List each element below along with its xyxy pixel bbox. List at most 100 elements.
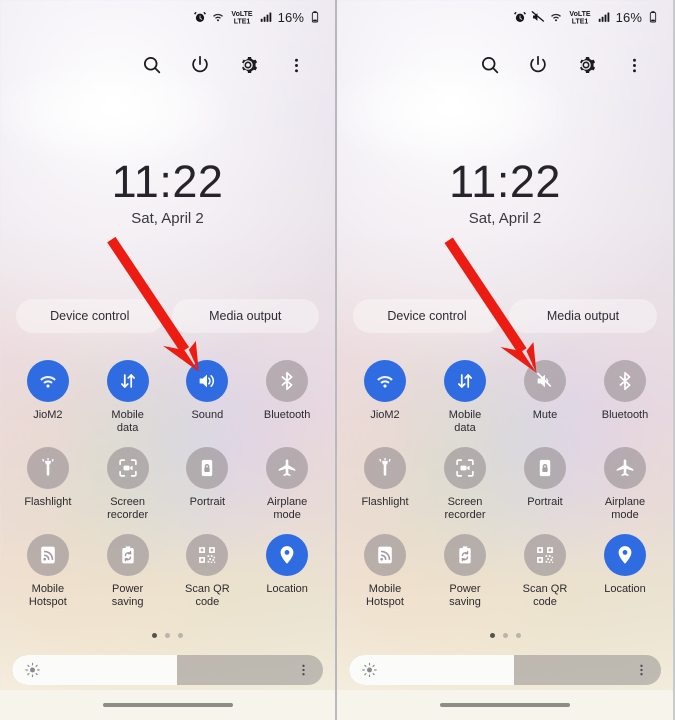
media-output-button[interactable]: Media output [509,299,657,333]
power-icon [527,54,549,76]
more-options-button[interactable] [621,52,647,78]
tile-portrait[interactable]: Portrait [168,447,248,522]
speaker-icon-circle [186,360,229,402]
location-pin-icon [614,544,636,566]
signal-icon [259,10,273,24]
bluetooth-icon [614,370,636,392]
tile-scan-qr-code-label: Scan QR code [185,583,230,608]
header-icon-row [337,45,673,85]
brightness-icon [24,662,41,679]
battery-percentage: 16% [277,9,304,25]
wifi-icon [549,10,563,24]
airplane-icon [276,457,298,479]
tile-mobile-data[interactable]: Mobile data [88,360,168,435]
alarm-icon [193,10,207,24]
brightness-slider[interactable] [349,655,661,685]
page-dot[interactable] [178,633,183,638]
tile-location[interactable]: Location [247,534,327,609]
search-button[interactable] [139,52,165,78]
tile-flashlight-label: Flashlight [24,496,72,508]
more-options-button[interactable] [283,52,309,78]
quick-settings-panel-right: VoLTE LTE1 16% 11:22 Sat, April 2 Device… [337,0,673,720]
tile-sound[interactable]: Sound [168,360,248,435]
page-dot[interactable] [165,633,170,638]
screen-record-icon [454,457,476,479]
svg-text:VoLTE: VoLTE [569,11,590,18]
power-button[interactable] [525,52,551,78]
mobile-data-icon [117,370,139,392]
home-indicator[interactable] [440,703,570,707]
tile-wifi[interactable]: JioM2 [8,360,88,435]
clock-time: 11:22 [111,156,224,207]
page-dot[interactable] [515,633,521,638]
svg-text:VoLTE: VoLTE [231,11,252,18]
tile-scan-qr-code[interactable]: Scan QR code [505,534,585,609]
screenshot-root: VoLTE LTE1 16% 11:22 Sat, April 2 Device… [0,0,675,720]
search-button[interactable] [477,52,503,78]
power-button[interactable] [187,52,213,78]
brightness-options-button[interactable] [296,663,311,678]
tile-flashlight[interactable]: Flashlight [8,447,88,522]
tile-portrait[interactable]: Portrait [505,447,585,522]
location-pin-icon [276,544,298,566]
tile-bluetooth-label: Bluetooth [601,409,649,421]
flashlight-icon [37,457,59,479]
media-output-button[interactable]: Media output [171,299,319,333]
tile-flashlight[interactable]: Flashlight [345,447,425,522]
brightness-options-button[interactable] [634,663,649,678]
tile-mobile-hotspot[interactable]: Mobile Hotspot [8,534,88,609]
bluetooth-icon-circle [604,360,646,402]
tile-mobile-data[interactable]: Mobile data [425,360,505,435]
tile-power-saving[interactable]: Power saving [425,534,505,609]
brightness-slider[interactable] [12,655,323,685]
tile-airplane-mode[interactable]: Airplane mode [585,447,665,522]
page-dot[interactable] [502,633,508,638]
tile-power-saving[interactable]: Power saving [88,534,168,609]
tile-mobile-hotspot[interactable]: Mobile Hotspot [345,534,425,609]
rotation-lock-icon [196,457,218,479]
device-control-button[interactable]: Device control [16,299,164,333]
page-indicator-dots [0,633,335,638]
qr-code-icon-circle [186,534,229,576]
page-dot[interactable] [489,633,495,638]
flashlight-icon [374,457,396,479]
tile-airplane-mode[interactable]: Airplane mode [247,447,327,522]
settings-button[interactable] [573,52,599,78]
overflow-menu-icon [634,663,649,678]
tile-scan-qr-code[interactable]: Scan QR code [168,534,248,609]
tile-bluetooth[interactable]: Bluetooth [585,360,665,435]
qr-code-icon [196,544,218,566]
tile-mute[interactable]: Mute [505,360,585,435]
tile-bluetooth[interactable]: Bluetooth [247,360,327,435]
device-control-button[interactable]: Device control [353,299,501,333]
tile-wifi[interactable]: JioM2 [345,360,425,435]
home-indicator[interactable] [102,703,233,707]
alarm-icon [193,10,207,24]
settings-button[interactable] [235,52,261,78]
screen-record-icon-circle [444,447,486,489]
tile-sound-label: Sound [191,409,224,421]
battery-percentage: 16% [615,9,642,25]
page-dot[interactable] [152,633,157,638]
hotspot-icon [37,544,59,566]
qr-code-icon [534,544,556,566]
power-saving-icon [117,544,139,566]
tile-screen-recorder[interactable]: Screen recorder [88,447,168,522]
wifi-icon-circle [364,360,406,402]
speaker-icon [196,370,218,392]
brightness-icon [361,662,378,679]
volte-icon: VoLTE LTE1 [229,9,255,25]
svg-text:LTE1: LTE1 [571,19,588,25]
alarm-icon [513,10,527,24]
brightness-icon [24,662,41,679]
tile-location[interactable]: Location [585,534,665,609]
tile-power-saving-label: Power saving [111,583,144,608]
power-saving-icon-circle [106,534,149,576]
tile-screen-recorder[interactable]: Screen recorder [425,447,505,522]
tile-screen-recorder-label: Screen recorder [107,496,149,521]
tile-flashlight-label: Flashlight [361,496,409,508]
brightness-icon [361,662,378,679]
tile-mobile-data-label: Mobile data [448,409,482,434]
tile-portrait-label: Portrait [189,496,226,508]
wifi-icon [374,370,396,392]
